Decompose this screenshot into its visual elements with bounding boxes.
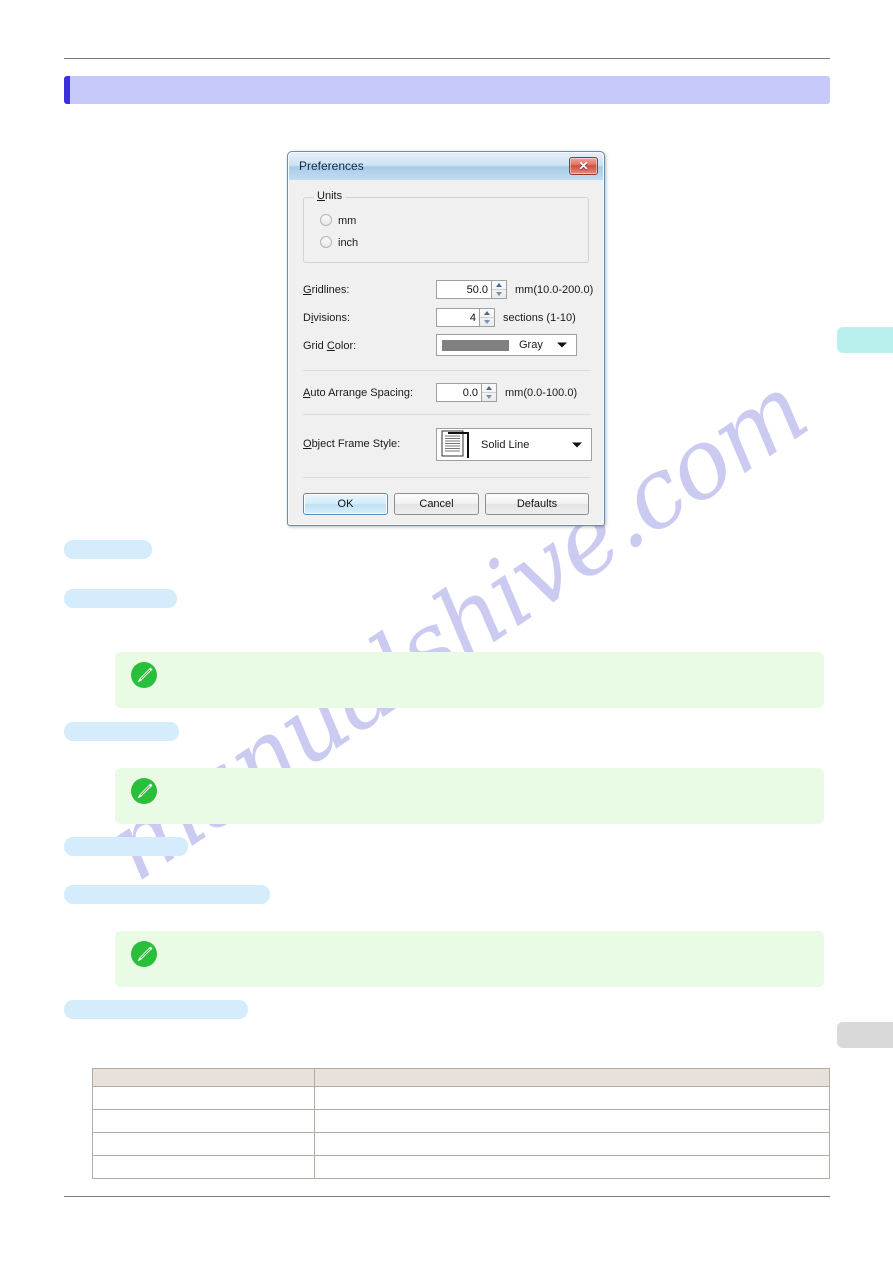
radio-units-mm[interactable]: mm (320, 214, 356, 228)
side-tab-cyan[interactable] (837, 327, 893, 353)
document-frame-icon (441, 430, 469, 458)
divider-3 (303, 477, 591, 478)
chevron-down-icon (496, 292, 502, 296)
units-groupbox: Units mm inch (303, 190, 589, 263)
divisions-input[interactable]: 4 (436, 308, 480, 327)
radio-inch-label: inch (338, 237, 359, 249)
grid-color-select[interactable]: Gray (436, 334, 577, 356)
field-gridlines: Gridlines: 50.0 mm(10.0-200.0) (303, 280, 593, 302)
dialog-titlebar[interactable]: Preferences ✕ (289, 153, 603, 180)
chevron-down-icon (572, 442, 582, 447)
gridlines-label: Gridlines: (303, 284, 350, 296)
units-group-legend: Units (314, 190, 346, 202)
radio-mm-icon (320, 214, 332, 226)
divisions-stepper-down[interactable] (480, 318, 494, 326)
ok-button[interactable]: OK (303, 493, 388, 515)
heading-block-2 (64, 589, 177, 608)
auto-arrange-stepper[interactable] (482, 383, 497, 402)
field-divisions: Divisions: 4 sections (1-10) (303, 308, 593, 330)
note-box-3 (115, 931, 824, 987)
object-frame-style-label: Object Frame Style: (303, 438, 401, 450)
heading-block-4 (64, 837, 188, 856)
table-header-cell (92, 1068, 315, 1087)
divider-1 (303, 370, 591, 371)
divisions-label: Divisions: (303, 312, 351, 324)
chevron-up-icon (486, 386, 492, 390)
note-pencil-icon (131, 662, 157, 688)
table-header-cell (314, 1068, 830, 1087)
defaults-button[interactable]: Defaults (485, 493, 589, 515)
table-row (92, 1155, 830, 1179)
grid-color-swatch (442, 339, 509, 351)
note-box-1 (115, 652, 824, 708)
chapter-header-accent (64, 76, 70, 104)
divisions-stepper[interactable] (480, 308, 495, 327)
table-cell (92, 1109, 315, 1133)
radio-inch-icon (320, 236, 332, 248)
cancel-button[interactable]: Cancel (394, 493, 479, 515)
table-cell (92, 1132, 315, 1156)
auto-arrange-value: 0.0 (462, 386, 478, 399)
gridlines-stepper-up[interactable] (492, 281, 506, 290)
field-grid-color: Grid Color: Gray (303, 334, 593, 360)
table-row (92, 1109, 830, 1133)
chevron-down-icon (486, 395, 492, 399)
gridlines-input[interactable]: 50.0 (436, 280, 492, 299)
note-box-2 (115, 768, 824, 824)
heading-block-6 (64, 1000, 248, 1019)
dialog-body: Units mm inch Gridlines: 50.0 mm(10.0-20… (289, 180, 603, 524)
chevron-down-icon (557, 342, 567, 348)
radio-mm-label: mm (338, 215, 357, 227)
divisions-value: 4 (469, 311, 476, 324)
divisions-range-hint: sections (1-10) (503, 312, 576, 324)
gridlines-range-hint: mm(10.0-200.0) (515, 284, 594, 296)
chevron-up-icon (484, 311, 490, 315)
grid-color-value: Gray (519, 339, 543, 351)
gridlines-stepper[interactable] (492, 280, 507, 299)
note-pencil-icon (131, 941, 157, 967)
table-cell (92, 1086, 315, 1110)
table-cell (314, 1155, 830, 1179)
units-group-legend-rest: nits (324, 190, 343, 202)
field-auto-arrange-spacing: Auto Arrange Spacing: 0.0 mm(0.0-100.0) (303, 383, 593, 405)
heading-block-1 (64, 540, 152, 559)
chevron-up-icon (496, 283, 502, 287)
divider-2 (303, 414, 591, 415)
page-top-rule (64, 58, 830, 59)
heading-block-5 (64, 885, 270, 904)
table-cell (314, 1109, 830, 1133)
table-cell (314, 1086, 830, 1110)
gridlines-stepper-down[interactable] (492, 290, 506, 298)
grid-color-label: Grid Color: (303, 340, 357, 352)
preferences-dialog: Preferences ✕ Units mm inch Gridlines: 5… (287, 151, 605, 526)
table-row (92, 1086, 830, 1110)
side-tab-gray[interactable] (837, 1022, 893, 1048)
chevron-down-icon (484, 320, 490, 324)
chapter-header-bar (64, 76, 830, 104)
content-table (92, 1068, 830, 1179)
auto-arrange-range-hint: mm(0.0-100.0) (505, 387, 578, 399)
field-object-frame-style: Object Frame Style: Solid Line (303, 428, 593, 461)
auto-arrange-input[interactable]: 0.0 (436, 383, 482, 402)
auto-arrange-stepper-down[interactable] (482, 393, 496, 401)
table-cell (92, 1155, 315, 1179)
divisions-stepper-up[interactable] (480, 309, 494, 318)
close-icon-glyph: ✕ (578, 159, 589, 173)
radio-units-inch[interactable]: inch (320, 236, 358, 250)
object-frame-style-select[interactable]: Solid Line (436, 428, 592, 461)
object-frame-style-value: Solid Line (481, 438, 530, 451)
page-bottom-rule (64, 1196, 830, 1197)
table-cell (314, 1132, 830, 1156)
note-pencil-icon (131, 778, 157, 804)
heading-block-3 (64, 722, 179, 741)
auto-arrange-stepper-up[interactable] (482, 384, 496, 393)
table-header-row (92, 1068, 830, 1087)
table-row (92, 1132, 830, 1156)
auto-arrange-label: Auto Arrange Spacing: (303, 387, 414, 399)
gridlines-value: 50.0 (466, 283, 488, 296)
dialog-title: Preferences (299, 159, 364, 173)
close-icon[interactable]: ✕ (569, 157, 598, 175)
